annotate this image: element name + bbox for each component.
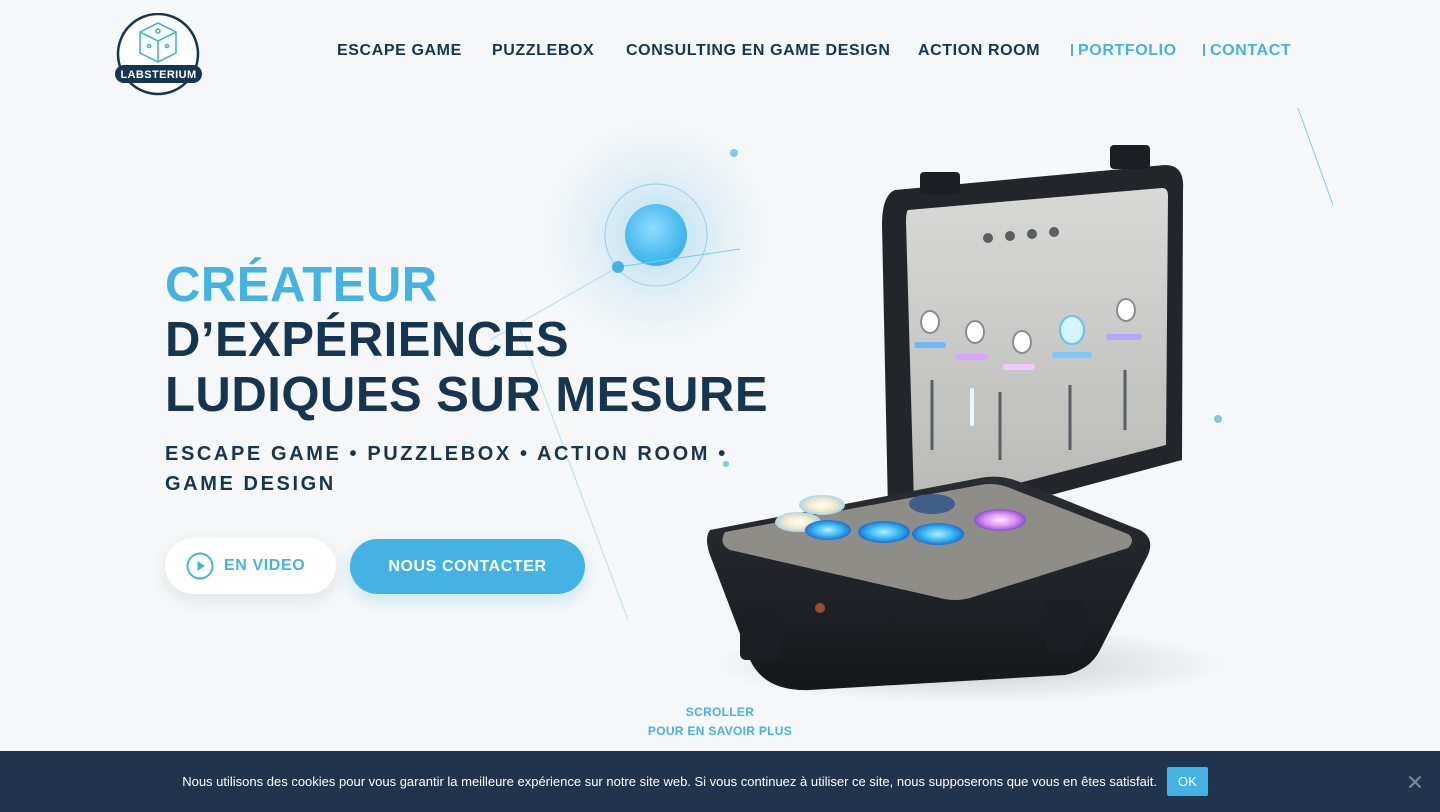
nav-separator bbox=[1203, 44, 1205, 56]
nav-action-room[interactable]: ACTION ROOM bbox=[918, 42, 1040, 60]
video-button[interactable]: EN VIDEO bbox=[165, 538, 336, 594]
cookie-banner: Nous utilisons des cookies pour vous gar… bbox=[0, 751, 1440, 812]
nav-separator bbox=[1071, 44, 1073, 56]
nav-portfolio[interactable]: PORTFOLIO bbox=[1071, 42, 1177, 60]
nav-portfolio-label: PORTFOLIO bbox=[1078, 42, 1177, 59]
puzzlebox-case-image bbox=[707, 145, 1230, 703]
play-circle-icon bbox=[186, 552, 214, 580]
contact-button-label: NOUS CONTACTER bbox=[388, 557, 547, 575]
nav-escape-game[interactable]: ESCAPE GAME bbox=[337, 42, 462, 60]
scroll-hint-line1: SCROLLER bbox=[685, 705, 755, 719]
nav-contact[interactable]: CONTACT bbox=[1203, 42, 1291, 60]
cookie-message: Nous utilisons des cookies pour vous gar… bbox=[182, 774, 1157, 789]
contact-button[interactable]: NOUS CONTACTER bbox=[350, 539, 585, 594]
close-icon[interactable] bbox=[1406, 773, 1424, 791]
main-navigation: ESCAPE GAME PUZZLEBOX CONSULTING EN GAME… bbox=[0, 42, 1440, 64]
video-button-label: EN VIDEO bbox=[224, 557, 306, 574]
nav-contact-label: CONTACT bbox=[1210, 42, 1292, 59]
svg-text:LABSTERIUM: LABSTERIUM bbox=[120, 69, 196, 81]
scroll-hint-line2: POUR EN SAVOIR PLUS bbox=[647, 724, 793, 738]
nav-puzzlebox[interactable]: PUZZLEBOX bbox=[492, 42, 594, 60]
cookie-ok-button[interactable]: OK bbox=[1167, 767, 1208, 796]
scroll-hint[interactable]: SCROLLER POUR EN SAVOIR PLUS bbox=[620, 703, 820, 741]
nav-consulting[interactable]: CONSULTING EN GAME DESIGN bbox=[626, 42, 891, 60]
cookie-content: Nous utilisons des cookies pour vous gar… bbox=[0, 751, 1390, 812]
